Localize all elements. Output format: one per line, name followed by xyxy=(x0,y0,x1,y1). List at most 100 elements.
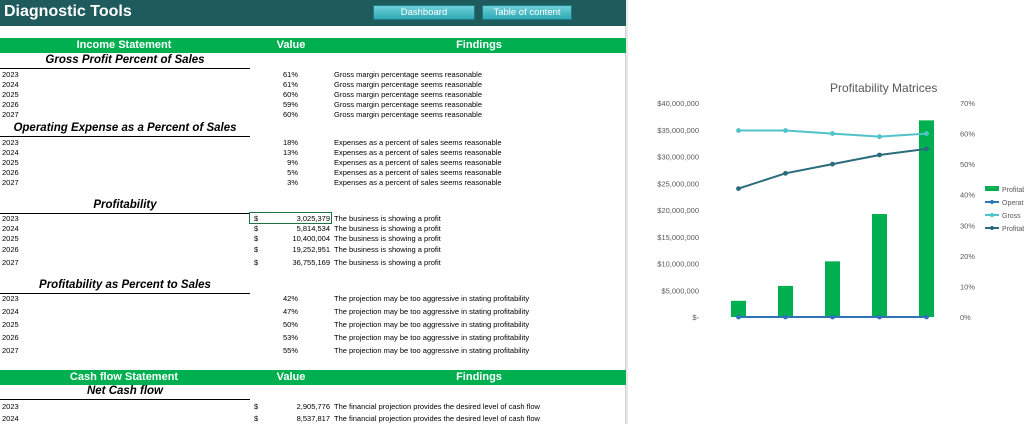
row-finding: Gross margin percentage seems reasonable xyxy=(334,70,482,79)
y-right-tick-label: 30% xyxy=(960,221,975,230)
row-finding: The business is showing a profit xyxy=(334,234,441,243)
table-row: 2024 13% Expenses as a percent of sales se… xyxy=(0,148,626,158)
row-year: 2024 xyxy=(2,414,19,423)
findings-column-label: Findings xyxy=(456,39,502,51)
series-point xyxy=(783,170,788,176)
legend-label: Gross xyxy=(1002,213,1021,220)
row-value: 53% xyxy=(282,333,298,342)
row-finding: Expenses as a percent of sales seems rea… xyxy=(334,138,502,147)
series-point xyxy=(736,314,741,320)
chart-bar xyxy=(777,285,794,317)
legend-swatch xyxy=(985,186,999,191)
selected-cell[interactable] xyxy=(249,212,332,224)
row-value: 47% xyxy=(282,307,298,316)
row-value: 19,252,951 xyxy=(292,245,330,254)
row-year: 2023 xyxy=(2,138,19,147)
row-finding: The projection may be too aggressive in … xyxy=(334,294,530,303)
legend-marker xyxy=(990,226,994,230)
row-value: 59% xyxy=(282,100,298,109)
table-row: 2024 $5,814,534 The business is showing a … xyxy=(0,224,626,234)
row-value: 10,400,004 xyxy=(292,234,330,243)
series-point xyxy=(830,161,835,167)
row-year: 2027 xyxy=(2,346,19,355)
row-year: 2023 xyxy=(2,214,19,223)
row-year: 2027 xyxy=(2,258,19,267)
row-finding: Gross margin percentage seems reasonable xyxy=(334,110,482,119)
table-row: 2024 $8,537,817 The financial projection p… xyxy=(0,414,626,424)
row-year: 2025 xyxy=(2,234,19,243)
net-cash-flow-title: Net Cash flow xyxy=(0,385,250,400)
series-point xyxy=(877,134,882,140)
table-row: 2023 61% Gross margin percentage seems rea… xyxy=(0,70,626,80)
row-finding: The business is showing a profit xyxy=(334,214,441,223)
table-row: 2024 61% Gross margin percentage seems rea… xyxy=(0,80,626,90)
row-finding: The business is showing a profit xyxy=(334,245,441,254)
table-row: 2023 $2,905,776 The financial projection p… xyxy=(0,402,626,412)
table-row: 2024 47% The projection may be too aggress… xyxy=(0,307,626,317)
legend-label: Profitab xyxy=(1002,226,1024,233)
currency-symbol: $ xyxy=(254,224,259,233)
profitability-chart: $- $5,000,000 $10,000,000 $15,000,000 $20,00… xyxy=(640,70,1024,330)
row-value: 61% xyxy=(282,70,298,79)
row-year: 2026 xyxy=(2,168,19,177)
cash-flow-value-label: Value xyxy=(276,371,306,383)
y-left-tick-label: $- xyxy=(692,313,699,322)
table-row: 2027 55% The projection may be too aggress… xyxy=(0,346,626,356)
row-year: 2023 xyxy=(2,294,19,303)
currency-symbol: $ xyxy=(254,245,259,254)
row-year: 2024 xyxy=(2,148,19,157)
dashboard-button[interactable]: Dashboard xyxy=(373,5,475,20)
row-value: 42% xyxy=(282,294,298,303)
table-row: 2027 $36,755,169 The business is showing a… xyxy=(0,258,626,268)
row-year: 2025 xyxy=(2,158,19,167)
series-point xyxy=(783,314,788,320)
row-finding: Expenses as a percent of sales seems rea… xyxy=(334,178,502,187)
income-statement-header: Income Statement Value Findings xyxy=(0,38,626,53)
row-year: 2026 xyxy=(2,333,19,342)
table-row: 2026 53% The projection may be too aggress… xyxy=(0,333,626,343)
series-line xyxy=(738,147,927,190)
row-finding: Expenses as a percent of sales seems rea… xyxy=(334,168,502,177)
y-right-tick-label: 70% xyxy=(960,99,975,108)
row-value: 60% xyxy=(282,90,298,99)
series-point xyxy=(736,186,741,191)
series-point xyxy=(877,314,882,320)
cash-flow-findings-label: Findings xyxy=(456,371,502,383)
series-point xyxy=(783,128,788,133)
series-point xyxy=(736,128,741,133)
table-row: 2026 5% Expenses as a percent of sales see… xyxy=(0,168,626,178)
row-year: 2024 xyxy=(2,80,19,89)
row-finding: The business is showing a profit xyxy=(334,258,441,267)
row-value: 9% xyxy=(287,158,298,167)
row-year: 2023 xyxy=(2,70,19,79)
row-finding: Expenses as a percent of sales seems rea… xyxy=(334,148,502,157)
currency-symbol: $ xyxy=(254,258,259,267)
profitability-pct-title: Profitability as Percent to Sales xyxy=(0,279,250,294)
row-finding: The projection may be too aggressive in … xyxy=(334,346,530,355)
row-finding: The financial projection provides the de… xyxy=(334,414,540,423)
y-right-tick-label: 20% xyxy=(960,252,975,261)
row-finding: The projection may be too aggressive in … xyxy=(334,320,530,329)
row-finding: Gross margin percentage seems reasonable xyxy=(334,90,482,99)
value-column-label: Value xyxy=(276,39,306,51)
y-left-tick-label: $20,000,000 xyxy=(657,206,699,215)
table-row: 2023 42% The projection may be too aggress… xyxy=(0,294,626,304)
y-left-tick-label: $40,000,000 xyxy=(657,99,699,108)
series-point xyxy=(924,146,929,152)
y-right-tick-label: 0% xyxy=(960,313,971,322)
table-row: 2025 9% Expenses as a percent of sales see… xyxy=(0,158,626,168)
chart-canvas: $- $5,000,000 $10,000,000 $15,000,000 $20,00… xyxy=(657,99,1024,322)
row-value: 61% xyxy=(282,80,298,89)
y-left-tick-label: $30,000,000 xyxy=(657,153,699,162)
row-finding: The projection may be too aggressive in … xyxy=(334,307,530,316)
currency-symbol: $ xyxy=(254,234,259,243)
table-of-content-button[interactable]: Table of content xyxy=(482,5,572,20)
row-finding: The financial projection provides the de… xyxy=(334,402,540,411)
series-point xyxy=(924,314,929,320)
series-point xyxy=(830,131,835,136)
income-statement-label: Income Statement xyxy=(76,39,172,51)
table-row: 2025 $10,400,004 The business is showing a… xyxy=(0,234,626,244)
row-year: 2026 xyxy=(2,245,19,254)
row-value: 60% xyxy=(282,110,298,119)
chart-bar xyxy=(730,300,747,317)
